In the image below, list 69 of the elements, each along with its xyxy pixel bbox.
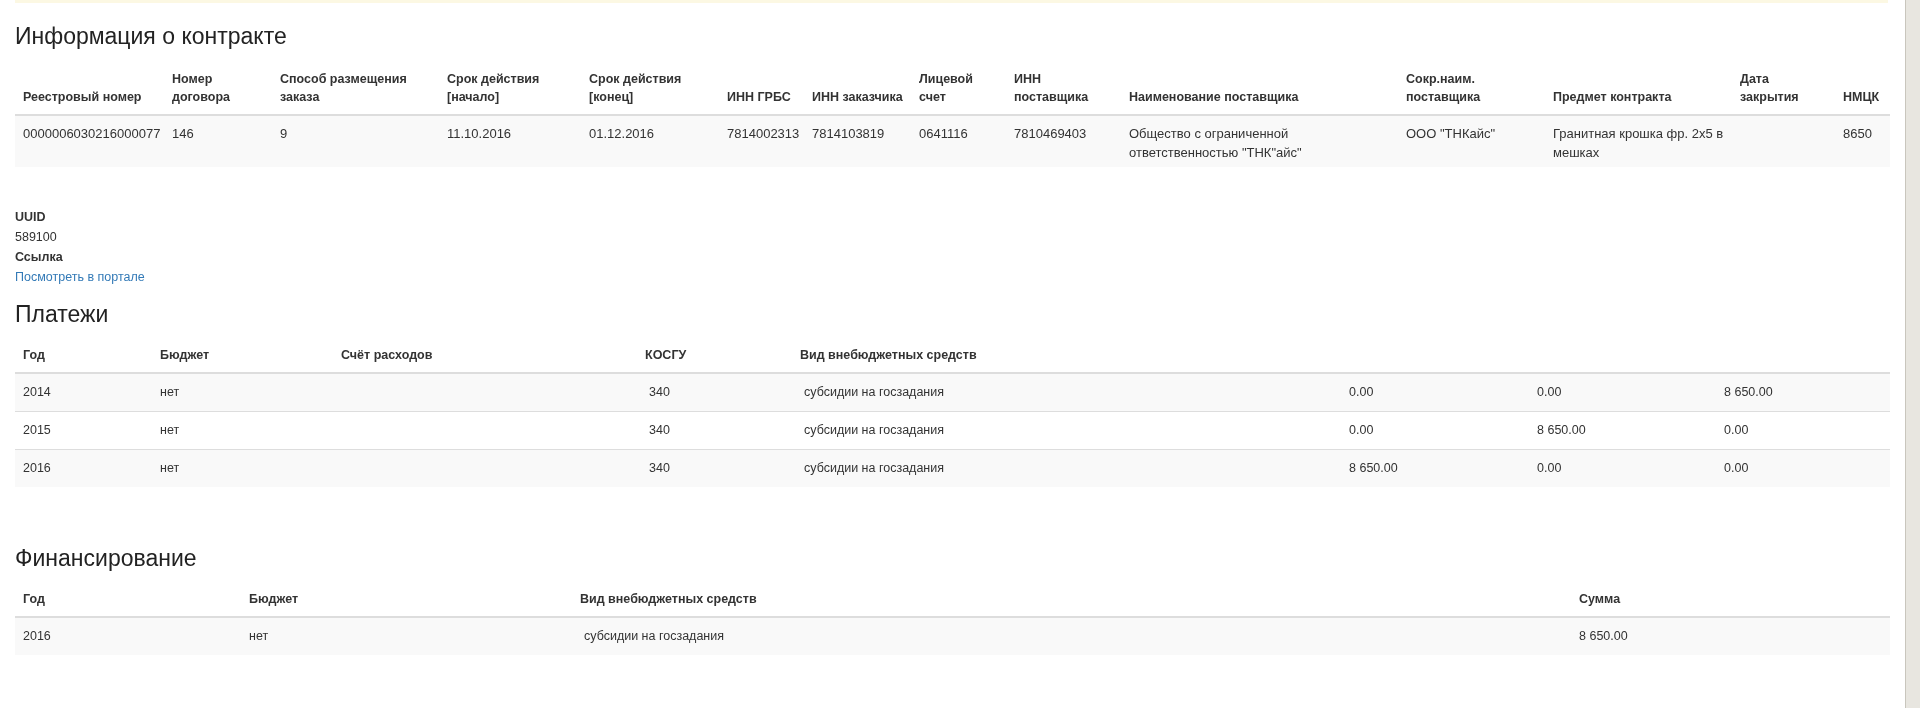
column-header: Способ размещения заказа [280,72,407,104]
table-cell: 2016 [23,629,51,643]
column-header: ИНН ГРБС [727,90,791,104]
column-header: Год [23,348,45,362]
column-header: ИНН заказчика [812,90,903,104]
portal-link[interactable]: Посмотреть в портале [15,270,145,284]
table-cell: 0.00 [1537,461,1562,475]
table-cell: нет [160,385,180,399]
table-cell: 2015 [23,423,51,437]
table-cell: 340 [649,423,670,437]
column-header: Вид внебюджетных средств [800,348,977,362]
table-cell: 7810469403 [1014,126,1087,141]
table-cell: субсидии на госзадания [584,629,725,643]
table-cell: субсидии на госзадания [804,461,945,475]
table-cell: нет [160,423,180,437]
field-value: 589100 [15,229,58,246]
table-cell: 7814002313 [727,126,800,141]
column-header: КОСГУ [645,348,687,362]
column-header: Лицевой счет [919,72,973,104]
field-label: UUID [15,209,47,226]
column-header: Номер договора [172,72,230,104]
column-header: Сумма [1579,592,1621,606]
column-header: Сокр.наим. поставщика [1406,72,1481,104]
table-cell: 0.00 [1349,385,1374,399]
section-title: Информация о контракте [15,23,288,50]
table-cell: 0.00 [1537,385,1562,399]
column-header: Дата закрытия [1740,72,1799,104]
table-cell: нет [160,461,180,475]
table-cell: 0.00 [1724,423,1749,437]
table-cell: 7814103819 [812,126,885,141]
table-cell: 340 [649,385,670,399]
table-cell: 9 [280,126,288,141]
column-header: Год [23,592,45,606]
table-cell: 0000006030216000077 [23,126,161,141]
table-cell: 0641116 [919,126,968,141]
table-cell: 2016 [23,461,51,475]
table-cell: 01.12.2016 [589,126,655,141]
column-header: Наименование поставщика [1129,90,1299,104]
field-label: Ссылка [15,249,64,266]
column-header: ИНН поставщика [1014,72,1089,104]
table-cell: нет [249,629,269,643]
column-header: Срок действия [конец] [589,72,682,104]
section-title: Платежи [15,301,110,328]
column-header: Бюджет [249,592,299,606]
table-cell: 8 650.00 [1724,385,1773,399]
table-cell: 146 [172,126,194,141]
table-cell: субсидии на госзадания [804,423,945,437]
column-header: Срок действия [начало] [447,72,540,104]
table-cell: 11.10.2016 [447,126,512,141]
column-header: НМЦК [1843,90,1880,104]
table-cell: 8 650.00 [1579,629,1628,643]
column-header: Реестровый номер [23,90,142,104]
table-cell: 340 [649,461,670,475]
column-header: Предмет контракта [1553,90,1672,104]
column-header: Бюджет [160,348,210,362]
table-cell: Общество с ограниченной ответственностью "ТНК"айс" [1129,126,1302,160]
table-cell: субсидии на госзадания [804,385,945,399]
table-cell: 0.00 [1349,423,1374,437]
column-header: Счёт расходов [341,348,433,362]
table-cell: ООО "ТНКайс" [1406,126,1496,141]
table-cell: Гранитная крошка фр. 2х5 в мешках [1553,126,1724,160]
column-header: Вид внебюджетных средств [580,592,757,606]
table-cell: 8650 [1843,126,1872,141]
section-title: Финансирование [15,545,198,572]
table-cell: 8 650.00 [1537,423,1586,437]
scrollbar[interactable] [1905,0,1920,708]
table-cell: 2014 [23,385,51,399]
table-cell: 8 650.00 [1349,461,1398,475]
table-cell: 0.00 [1724,461,1749,475]
